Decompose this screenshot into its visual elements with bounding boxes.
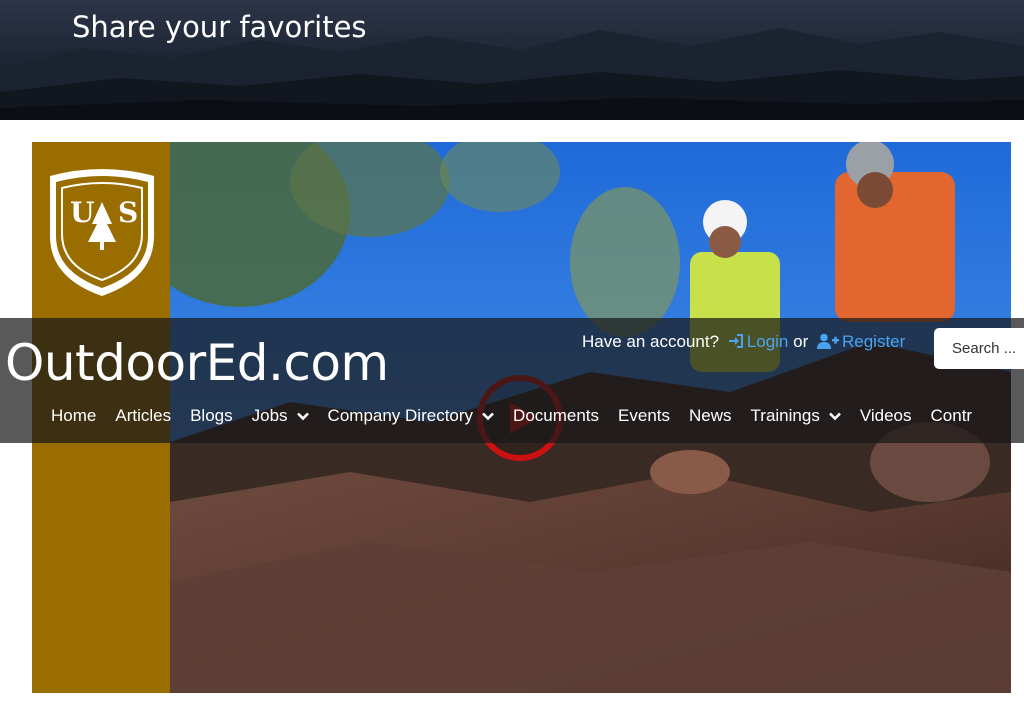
nav-item-videos[interactable]: Videos — [860, 406, 912, 426]
nav-label: News — [689, 406, 732, 425]
nav-label: Documents — [513, 406, 600, 425]
account-links: Have an account? Login or Register — [582, 332, 905, 352]
register-link[interactable]: Register — [813, 332, 905, 351]
hero-banner: Share your favorites — [0, 0, 1024, 120]
account-prompt: Have an account? — [582, 332, 720, 351]
user-plus-icon — [816, 333, 839, 349]
or-text: or — [793, 332, 809, 351]
nav-item-company-directory[interactable]: Company Directory — [328, 406, 495, 426]
register-label: Register — [841, 332, 906, 351]
nav-label: Events — [618, 406, 671, 425]
hero-title: Share your favorites — [72, 10, 367, 44]
sign-in-icon — [728, 334, 743, 348]
nav-item-blogs[interactable]: Blogs — [190, 406, 233, 426]
nav-label: Articles — [115, 406, 172, 425]
svg-text:S: S — [118, 196, 138, 229]
nav-item-home[interactable]: Home — [51, 406, 96, 426]
login-link[interactable]: Login — [724, 332, 793, 351]
nav-label: Videos — [859, 406, 912, 425]
nav-label: Company Directory — [327, 406, 474, 425]
site-logo[interactable]: OutdoorEd.com — [5, 334, 389, 392]
forest-service-badge-icon: U S — [50, 169, 154, 296]
nav-item-documents[interactable]: Documents — [513, 406, 599, 426]
chevron-down-icon — [828, 412, 841, 420]
nav-item-articles[interactable]: Articles — [115, 406, 171, 426]
chevron-down-icon — [482, 412, 494, 420]
nav-label: Jobs — [251, 406, 288, 425]
svg-text:U: U — [70, 196, 94, 229]
nav-label: Home — [51, 406, 97, 425]
nav-item-trainings[interactable]: Trainings — [751, 406, 841, 426]
site-header: OutdoorEd.com Have an account? Login or … — [0, 318, 1024, 443]
nav-label: Contr — [930, 406, 973, 425]
chevron-down-icon — [296, 412, 309, 420]
nav-item-contr[interactable]: Contr — [931, 406, 973, 426]
nav-label: Blogs — [190, 406, 233, 425]
nav-item-events[interactable]: Events — [618, 406, 670, 426]
search-input[interactable] — [934, 328, 1024, 369]
main-nav: Home Articles Blogs Jobs Company Directo… — [51, 406, 991, 426]
nav-item-jobs[interactable]: Jobs — [252, 406, 309, 426]
nav-item-news[interactable]: News — [689, 406, 732, 426]
login-label: Login — [746, 332, 789, 351]
nav-label: Trainings — [750, 406, 820, 425]
